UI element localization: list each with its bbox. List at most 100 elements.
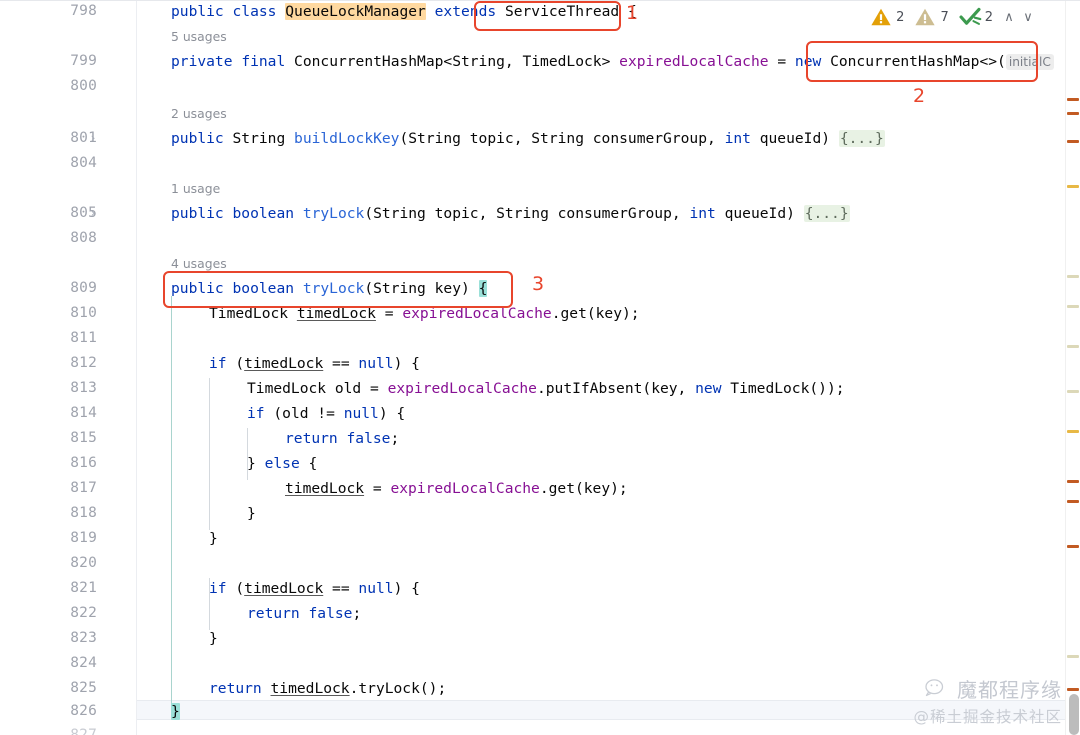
code-line-801[interactable]: public String buildLockKey(String topic,… bbox=[171, 130, 885, 148]
token-call: .tryLock(); bbox=[349, 680, 447, 697]
token-params: (String key) bbox=[364, 280, 470, 297]
line-number: 827 bbox=[70, 727, 97, 735]
annotation-number-1: 1 bbox=[626, 2, 639, 24]
scrollbar-thumb[interactable] bbox=[1069, 694, 1079, 735]
weak-warning-count: 7 bbox=[940, 9, 949, 25]
token-keyword: null bbox=[358, 355, 394, 372]
code-line-818[interactable]: } bbox=[247, 505, 256, 523]
code-line-799[interactable]: private final ConcurrentHashMap<String, … bbox=[171, 53, 1054, 71]
code-editor[interactable]: 798 799 800 801 804 805 808 809 810 811 … bbox=[0, 0, 1080, 735]
token-keyword: new bbox=[794, 53, 822, 70]
code-line-815[interactable]: return false; bbox=[285, 430, 399, 448]
token-operator: = bbox=[777, 53, 787, 70]
token-field: expiredLocalCache bbox=[390, 480, 540, 497]
warning-triangle-icon bbox=[871, 8, 891, 26]
line-number: 798 bbox=[70, 3, 97, 19]
annotation-number-2: 2 bbox=[913, 85, 926, 107]
token-keyword: boolean bbox=[232, 205, 295, 222]
line-number: 801 bbox=[70, 130, 97, 146]
ok-count: 2 bbox=[984, 9, 993, 25]
line-number-current: 826 bbox=[70, 703, 97, 719]
code-line-819[interactable]: } bbox=[209, 530, 218, 548]
token-brace-highlighted: } bbox=[171, 703, 180, 720]
usage-hint[interactable]: 1 usage bbox=[171, 182, 220, 196]
token-keyword: int bbox=[724, 130, 751, 147]
code-line-823[interactable]: } bbox=[209, 630, 218, 648]
folded-code-placeholder[interactable]: {...} bbox=[838, 130, 885, 147]
line-number: 818 bbox=[70, 505, 97, 521]
token-keyword: null bbox=[358, 580, 394, 597]
code-line-822[interactable]: return false; bbox=[247, 605, 361, 623]
token-type: ConcurrentHashMap<String, TimedLock> bbox=[294, 53, 611, 70]
token-decl: TimedLock old = bbox=[247, 380, 379, 397]
usage-hint[interactable]: 5 usages bbox=[171, 30, 227, 44]
token-brace-highlighted: { bbox=[478, 280, 488, 297]
token-keyword: else bbox=[264, 455, 300, 472]
previous-problem-icon[interactable]: ∧ bbox=[1001, 10, 1017, 25]
token-field: expiredLocalCache bbox=[387, 380, 537, 397]
line-number: 825 bbox=[70, 680, 97, 696]
token-operator: = bbox=[384, 305, 394, 322]
code-line-826[interactable]: } bbox=[171, 703, 180, 721]
scrollbar-track[interactable] bbox=[1067, 0, 1080, 735]
folded-code-placeholder[interactable]: {...} bbox=[803, 205, 850, 222]
code-line-798[interactable]: public class QueueLockManager extends Se… bbox=[171, 3, 637, 21]
token-keyword: if bbox=[209, 355, 227, 372]
line-number: 809 bbox=[70, 280, 97, 296]
token-keyword: int bbox=[689, 205, 716, 222]
code-line-816[interactable]: } else { bbox=[247, 455, 317, 473]
code-line-813[interactable]: TimedLock old = expiredLocalCache.putIfA… bbox=[247, 380, 845, 398]
token-keyword: return bbox=[247, 605, 300, 622]
code-line-805[interactable]: public boolean tryLock(String topic, Str… bbox=[171, 205, 850, 223]
token-keyword: if bbox=[247, 405, 265, 422]
token-punct: ( bbox=[235, 580, 245, 597]
weak-warning-indicator[interactable]: 7 bbox=[912, 6, 949, 28]
token-keyword: public bbox=[171, 3, 224, 20]
code-line-814[interactable]: if (old != null) { bbox=[247, 405, 405, 423]
code-line-817[interactable]: timedLock = expiredLocalCache.get(key); bbox=[285, 480, 628, 498]
token-keyword: class bbox=[232, 3, 277, 20]
token-keyword: new bbox=[695, 380, 722, 397]
token-cond: (old != bbox=[273, 405, 335, 422]
inspections-ok-indicator[interactable]: 2 bbox=[957, 6, 993, 28]
next-problem-icon[interactable]: ∨ bbox=[1020, 10, 1036, 25]
usage-hint[interactable]: 4 usages bbox=[171, 257, 227, 271]
token-punct: ; bbox=[352, 605, 362, 622]
token-punct: ( bbox=[235, 355, 245, 372]
token-class-name: QueueLockManager bbox=[285, 3, 426, 20]
code-line-825[interactable]: return timedLock.tryLock(); bbox=[209, 680, 446, 698]
token-keyword: final bbox=[241, 53, 286, 70]
token-punct: } bbox=[247, 505, 256, 522]
warning-indicator[interactable]: 2 bbox=[868, 6, 904, 28]
token-constructor: TimedLock()); bbox=[730, 380, 845, 397]
token-keyword: public bbox=[171, 130, 224, 147]
code-line-821[interactable]: if (timedLock == null) { bbox=[209, 580, 420, 598]
code-line-812[interactable]: if (timedLock == null) { bbox=[209, 355, 420, 373]
code-line-809[interactable]: public boolean tryLock(String key) { bbox=[171, 280, 488, 298]
code-line-810[interactable]: TimedLock timedLock = expiredLocalCache.… bbox=[209, 305, 640, 323]
line-number: 820 bbox=[70, 555, 97, 571]
gutter-annotations-column[interactable] bbox=[97, 0, 137, 735]
token-keyword: if bbox=[209, 580, 227, 597]
token-params: (String topic, String consumerGroup, bbox=[364, 205, 681, 222]
line-number: 824 bbox=[70, 655, 97, 671]
token-call: .get(key); bbox=[539, 480, 628, 497]
usage-hint[interactable]: 2 usages bbox=[171, 107, 227, 121]
annotation-number-3: 3 bbox=[532, 273, 545, 295]
inspection-widget[interactable]: 2 7 2 ∧ ∨ bbox=[868, 6, 1036, 28]
weak-warning-triangle-icon bbox=[915, 8, 936, 26]
token-method-name: tryLock bbox=[302, 280, 365, 297]
token-keyword: private bbox=[171, 53, 233, 70]
line-number: 799 bbox=[70, 53, 97, 69]
warning-count: 2 bbox=[896, 9, 905, 25]
token-punct: ; bbox=[390, 430, 400, 447]
line-number-gutter[interactable]: 798 799 800 801 804 805 808 809 810 811 … bbox=[0, 0, 98, 735]
parameter-hint-inlay: initialC bbox=[1005, 54, 1054, 70]
line-number: 805 bbox=[70, 205, 97, 221]
token-params: queueId) bbox=[759, 130, 831, 147]
token-keyword: extends bbox=[434, 3, 497, 20]
token-operator: = bbox=[372, 480, 382, 497]
token-type: String bbox=[232, 130, 286, 147]
token-local-var: timedLock bbox=[244, 355, 324, 372]
code-content[interactable]: public class QueueLockManager extends Se… bbox=[137, 0, 1054, 735]
